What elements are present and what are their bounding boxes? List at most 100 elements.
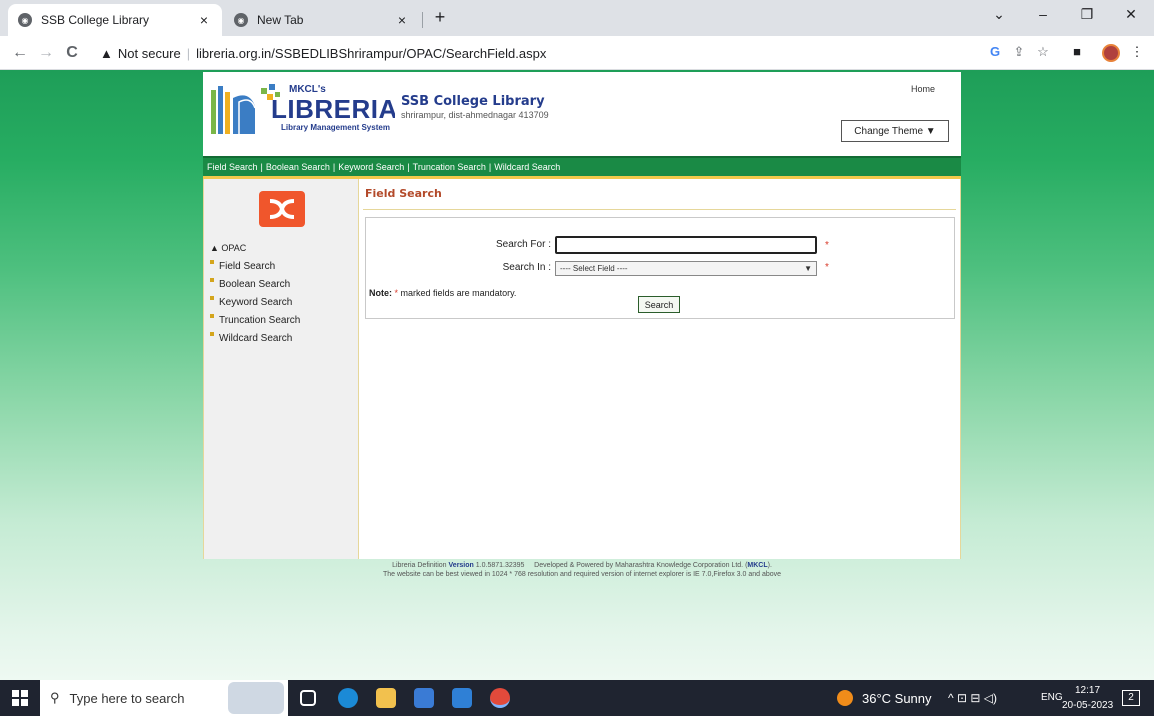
nav-separator: |	[260, 162, 263, 172]
main-content: Field Search Search For : * Search In : …	[359, 179, 960, 559]
nav-wildcard-search[interactable]: Wildcard Search	[494, 162, 560, 172]
clock-date[interactable]: 20-05-2023	[1062, 700, 1113, 711]
note-star: *	[394, 288, 399, 298]
close-window-button[interactable]: ✕	[1116, 6, 1146, 23]
site-body: ▲ OPAC Field Search Boolean Search Keywo…	[203, 179, 961, 559]
microsoft-store-icon[interactable]	[414, 688, 434, 708]
logo-brand-text: LIBRERIA	[271, 94, 395, 124]
search-highlight-image[interactable]	[228, 682, 284, 714]
tab-separator	[422, 12, 423, 28]
page-title: Field Search	[365, 187, 442, 200]
site-footer: Libreria Definition Version 1.0.5871.323…	[203, 561, 961, 579]
sidebar-item-keyword-search[interactable]: Keyword Search	[210, 293, 300, 311]
bullet-icon	[210, 278, 214, 282]
clock-time[interactable]: 12:17	[1075, 685, 1100, 696]
file-explorer-icon[interactable]	[376, 688, 396, 708]
new-tab-button[interactable]: +	[430, 8, 450, 28]
libreria-logo[interactable]: MKCL's LIBRERIA Library Management Syste…	[209, 78, 395, 138]
sidebar-item-field-search[interactable]: Field Search	[210, 257, 300, 275]
nav-separator: |	[488, 162, 492, 172]
nav-separator: |	[332, 162, 336, 172]
note-text: marked fields are mandatory.	[400, 288, 517, 298]
not-secure-label[interactable]: Not secure	[118, 46, 181, 61]
chevron-down-icon: ▼	[804, 264, 812, 273]
footer-developed-end: ).	[767, 562, 772, 569]
mandatory-note: Note: * marked fields are mandatory.	[369, 288, 516, 298]
side-panel-icon[interactable]: ■	[1068, 44, 1086, 59]
windows-start-icon[interactable]	[12, 690, 28, 706]
warning-triangle-icon[interactable]: ▲	[100, 46, 113, 61]
search-for-input[interactable]	[555, 236, 817, 254]
bullet-icon	[210, 296, 214, 300]
bullet-icon	[210, 260, 214, 264]
footer-developed-by: Developed & Powered by Maharashtra Knowl…	[534, 562, 748, 569]
nav-keyword-search[interactable]: Keyword Search	[338, 162, 404, 172]
forward-button[interactable]: →	[36, 43, 56, 63]
bullet-icon	[210, 332, 214, 336]
note-label: Note:	[369, 288, 392, 298]
google-g-icon[interactable]: G	[986, 44, 1004, 59]
opac-logo-icon	[259, 191, 305, 227]
browser-toolbar: ← → C ▲ Not secure | libreria.org.in/SSB…	[0, 36, 1154, 70]
close-tab-icon[interactable]: ×	[196, 12, 212, 28]
logo-tagline-text: Library Management System	[281, 123, 390, 132]
share-icon[interactable]: ⇪	[1010, 44, 1028, 60]
search-for-label: Search For :	[495, 239, 551, 250]
minimize-button[interactable]: –	[1028, 6, 1058, 22]
menu-kebab-icon[interactable]: ⋮	[1128, 44, 1146, 60]
page-viewport: MKCL's LIBRERIA Library Management Syste…	[0, 70, 1154, 680]
address-bar[interactable]: ▲ Not secure | libreria.org.in/SSBEDLIBS…	[100, 41, 970, 65]
nav-field-search[interactable]: Field Search	[207, 162, 258, 172]
restore-button[interactable]: ❐	[1072, 6, 1102, 23]
sidebar-item-boolean-search[interactable]: Boolean Search	[210, 275, 300, 293]
college-name: SSB College Library	[401, 94, 545, 109]
tab-label: New Tab	[257, 13, 304, 27]
home-link[interactable]: Home	[911, 84, 935, 94]
tray-icons[interactable]: ^ ⊡ ⊟ ◁)	[948, 691, 997, 705]
language-indicator[interactable]: ENG	[1041, 692, 1063, 703]
bookmark-star-icon[interactable]: ☆	[1034, 44, 1052, 60]
weather-text[interactable]: 36°C Sunny	[862, 691, 932, 706]
chrome-taskbar-icon[interactable]	[490, 688, 510, 708]
version-link[interactable]: Version	[449, 562, 474, 569]
title-divider	[363, 209, 956, 210]
footer-definition: Libreria Definition	[392, 562, 447, 569]
address-divider: |	[186, 45, 191, 61]
site-top-nav: Field Search | Boolean Search | Keyword …	[203, 156, 961, 176]
search-button[interactable]: Search	[638, 296, 680, 313]
field-search-form: Search For : * Search In : ---- Select F…	[365, 217, 955, 319]
chrome-icon: ◉	[234, 13, 248, 27]
select-value: ---- Select Field ----	[560, 264, 628, 273]
college-address: shrirampur, dist-ahmednagar 413709	[401, 110, 549, 120]
sidebar-item-wildcard-search[interactable]: Wildcard Search	[210, 329, 300, 347]
search-in-select[interactable]: ---- Select Field ---- ▼	[555, 261, 817, 276]
back-button[interactable]: ←	[10, 43, 30, 63]
sidebar-item-truncation-search[interactable]: Truncation Search	[210, 311, 300, 329]
nav-boolean-search[interactable]: Boolean Search	[266, 162, 330, 172]
close-tab-icon[interactable]: ×	[394, 12, 410, 28]
mail-icon[interactable]	[452, 688, 472, 708]
footer-line-2: The website can be best viewed in 1024 *…	[382, 571, 782, 578]
edge-icon[interactable]	[338, 688, 358, 708]
sidebar-list: Field Search Boolean Search Keyword Sear…	[210, 257, 300, 347]
mkcl-link[interactable]: MKCL	[747, 562, 767, 569]
change-theme-button[interactable]: Change Theme ▼	[841, 120, 949, 142]
tab-ssb-college-library[interactable]: ◉ SSB College Library ×	[8, 4, 222, 36]
windows-taskbar: ⚲ Type here to search 36°C Sunny ^ ⊡ ⊟ ◁…	[0, 680, 1154, 716]
nav-truncation-search[interactable]: Truncation Search	[413, 162, 486, 172]
sidebar: ▲ OPAC Field Search Boolean Search Keywo…	[204, 179, 359, 559]
weather-sun-icon[interactable]	[837, 690, 853, 706]
sidebar-item-label: Truncation Search	[219, 314, 301, 326]
tab-new-tab[interactable]: ◉ New Tab ×	[224, 4, 420, 36]
notification-icon[interactable]: 2	[1122, 690, 1140, 706]
search-icon: ⚲	[50, 690, 60, 705]
sidebar-item-label: Boolean Search	[219, 278, 291, 290]
profile-avatar-icon[interactable]	[1102, 44, 1120, 62]
required-mark: *	[825, 262, 829, 273]
task-view-icon[interactable]	[300, 690, 316, 706]
reload-button[interactable]: C	[62, 43, 82, 63]
tab-label: SSB College Library	[41, 13, 150, 27]
tab-search-icon[interactable]: ⌄	[984, 6, 1014, 23]
url-text[interactable]: libreria.org.in/SSBEDLIBShrirampur/OPAC/…	[196, 46, 546, 61]
sidebar-section-opac[interactable]: ▲ OPAC	[210, 243, 246, 253]
